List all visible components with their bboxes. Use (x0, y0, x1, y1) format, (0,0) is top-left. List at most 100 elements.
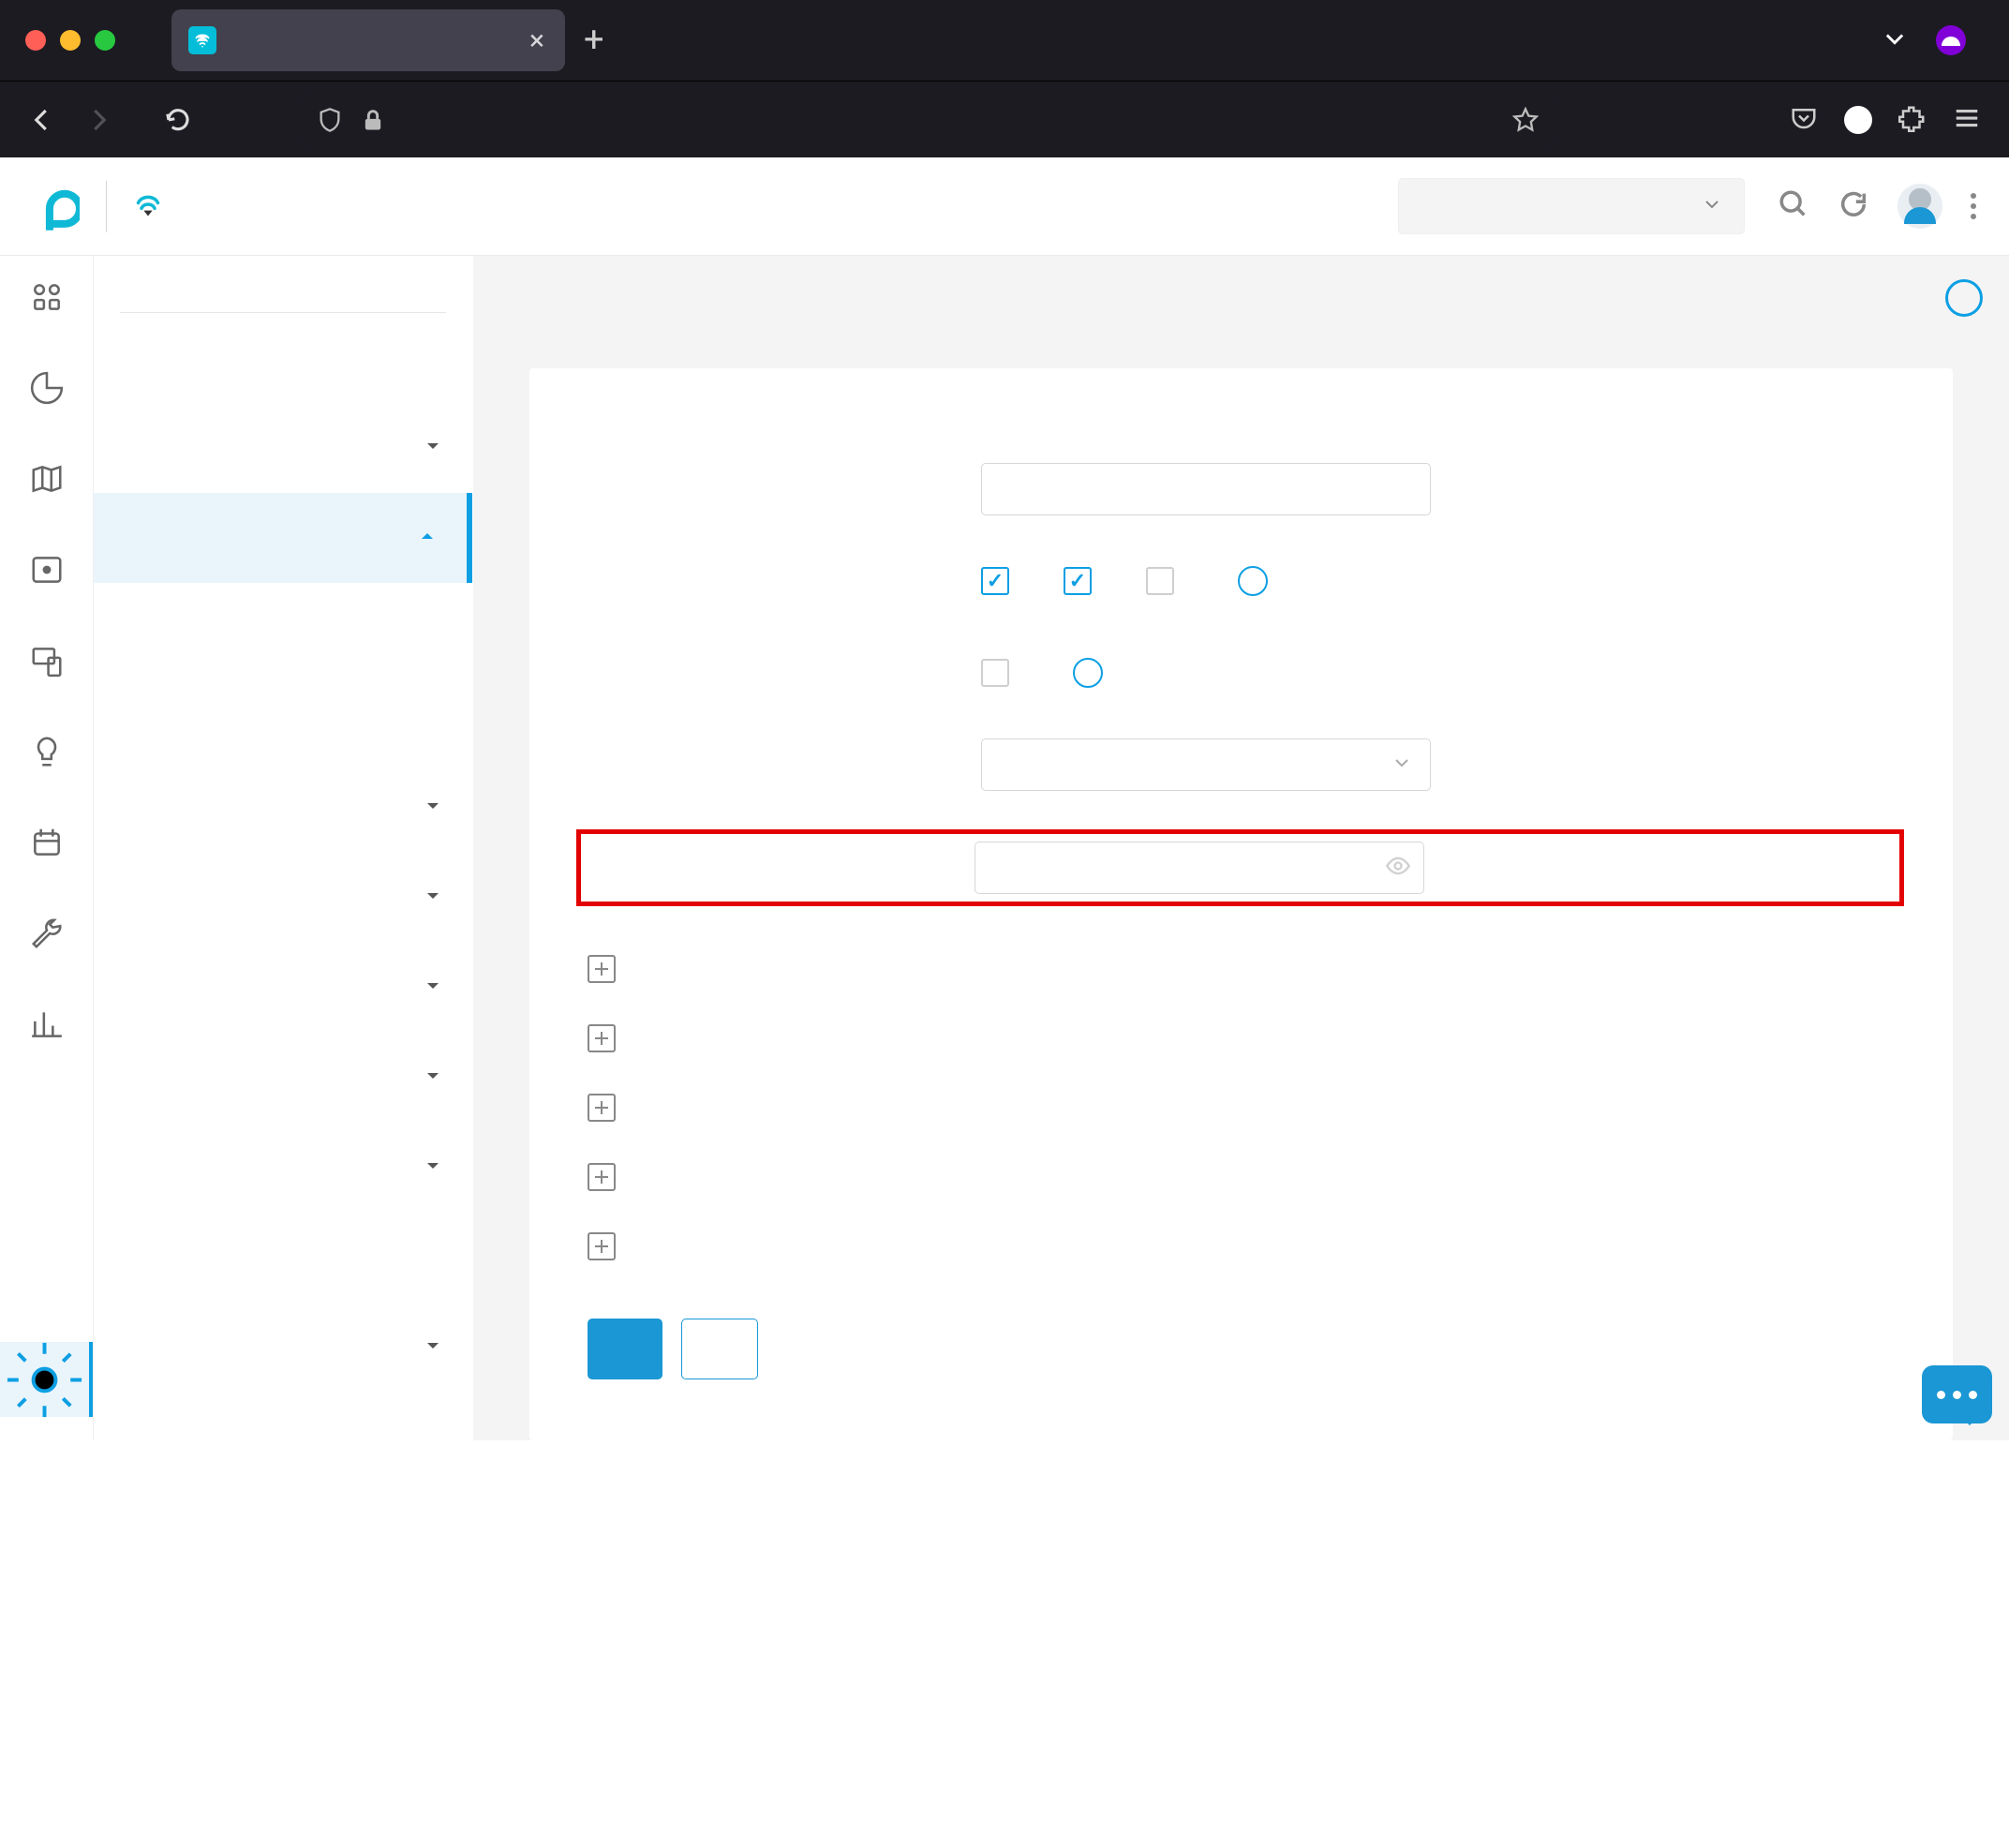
expand-icon (588, 1163, 616, 1191)
lock-icon (360, 107, 386, 133)
security-select[interactable] (981, 738, 1431, 791)
rail-dashboard-icon[interactable] (29, 279, 65, 319)
sidebar-item-cli[interactable] (120, 1303, 446, 1393)
nav-reload-button[interactable] (155, 106, 201, 134)
expand-icon (588, 1024, 616, 1052)
expand-icon (588, 955, 616, 983)
shield-icon (317, 107, 343, 133)
page-blank-area: const data = JSON.parse(document.getElem… (0, 1440, 2009, 1848)
private-browsing-indicator (1936, 25, 1979, 55)
app-header (0, 157, 2009, 256)
global-nav-rail (0, 256, 94, 1440)
row-guest (588, 646, 1895, 700)
row-security (588, 738, 1895, 792)
extensions-icon[interactable] (1898, 104, 1927, 136)
settings-sidebar (94, 256, 473, 1440)
rail-clients-icon[interactable] (29, 643, 65, 682)
search-icon[interactable] (1778, 188, 1809, 224)
app-menu-icon[interactable] (1953, 104, 1981, 136)
tab-close-icon[interactable]: × (529, 24, 544, 57)
more-menu-icon[interactable] (1971, 193, 1976, 219)
nav-forward-button[interactable] (75, 106, 122, 134)
band-6-option[interactable] (1146, 567, 1191, 595)
row-security-key-highlight (576, 829, 1904, 906)
refresh-icon[interactable] (1838, 188, 1869, 224)
pocket-icon[interactable] (1790, 104, 1818, 136)
window-minimize-dot[interactable] (60, 30, 81, 51)
chevron-down-icon (422, 882, 444, 915)
new-tab-button[interactable]: + (584, 20, 604, 61)
section-multicast[interactable] (588, 1212, 1895, 1281)
url-bar[interactable] (300, 92, 1555, 148)
checkbox-checked-icon[interactable] (1064, 567, 1092, 595)
eye-icon[interactable] (1385, 853, 1411, 883)
sidebar-item-transmission[interactable] (120, 853, 446, 943)
chevron-down-icon (422, 432, 444, 465)
chevron-down-icon (1391, 750, 1413, 781)
section-mac-filter[interactable] (588, 1142, 1895, 1212)
section-wlan-schedule[interactable] (588, 1004, 1895, 1073)
browser-chrome: × + (0, 0, 2009, 157)
window-zoom-dot[interactable] (95, 30, 115, 51)
sidebar-item-vpn[interactable] (120, 943, 446, 1033)
section-rate-control[interactable] (588, 1073, 1895, 1142)
tabs-dropdown-icon[interactable] (1882, 25, 1908, 55)
expand-icon (588, 1094, 616, 1122)
brand-block (28, 181, 163, 232)
band-24-option[interactable] (981, 567, 1026, 595)
checkbox-icon[interactable] (1146, 567, 1174, 595)
chevron-up-icon (416, 522, 439, 555)
info-icon[interactable] (1238, 566, 1268, 596)
rail-logs-icon[interactable] (29, 825, 65, 864)
brand-omada (133, 193, 163, 219)
band-5-option[interactable] (1064, 567, 1109, 595)
app-frame (0, 157, 2009, 1440)
cancel-button[interactable] (681, 1319, 758, 1379)
browser-tab[interactable]: × (171, 9, 565, 71)
sidebar-item-wireless[interactable] (94, 493, 472, 583)
nav-back-button[interactable] (19, 106, 66, 134)
tplink-logo-icon (28, 181, 80, 232)
info-icon[interactable] (1073, 658, 1103, 688)
checkbox-checked-icon[interactable] (981, 567, 1009, 595)
window-controls (25, 30, 115, 51)
edit-wireless-panel (529, 368, 1953, 1440)
window-close-dot[interactable] (25, 30, 46, 51)
private-mask-icon (1936, 25, 1966, 55)
apply-button[interactable] (588, 1319, 662, 1379)
chat-fab[interactable] (1922, 1365, 1992, 1423)
sidebar-item-wired[interactable] (120, 403, 446, 493)
ssid-input[interactable] (981, 463, 1431, 515)
rail-settings-icon[interactable] (0, 1342, 93, 1417)
account-icon[interactable] (1844, 106, 1872, 134)
chevron-down-icon (422, 1152, 444, 1185)
sidebar-item-network-security[interactable] (120, 763, 446, 853)
tab-favicon (188, 26, 216, 54)
chevron-down-icon (422, 972, 444, 1005)
rail-reports-icon[interactable] (29, 1006, 65, 1046)
chevron-down-icon (1701, 191, 1723, 222)
security-key-input[interactable] (975, 842, 1424, 894)
rail-statistics-icon[interactable] (29, 370, 65, 410)
sidebar-item-site[interactable] (120, 313, 446, 403)
guest-enable-option[interactable] (981, 659, 1026, 687)
help-icon[interactable] (1945, 279, 1983, 317)
chevron-down-icon (422, 1062, 444, 1095)
section-advanced-settings[interactable] (588, 934, 1895, 1004)
checkbox-icon[interactable] (981, 659, 1009, 687)
rail-map-icon[interactable] (29, 461, 65, 500)
row-band (588, 554, 1895, 608)
sidebar-item-authentication[interactable] (120, 1123, 446, 1213)
rail-tools-icon[interactable] (29, 916, 65, 955)
user-avatar[interactable] (1897, 184, 1942, 229)
sidebar-title (120, 284, 446, 313)
expand-icon (588, 1232, 616, 1260)
sidebar-item-services[interactable] (120, 1213, 446, 1303)
bookmark-star-icon[interactable] (1512, 107, 1539, 133)
sidebar-subitem-wlan[interactable] (120, 583, 446, 673)
rail-insights-icon[interactable] (29, 734, 65, 773)
sidebar-item-profiles[interactable] (120, 1033, 446, 1123)
sidebar-subitem-ai-wlan[interactable] (120, 673, 446, 763)
organization-select[interactable] (1398, 178, 1745, 234)
rail-devices-icon[interactable] (29, 552, 65, 591)
